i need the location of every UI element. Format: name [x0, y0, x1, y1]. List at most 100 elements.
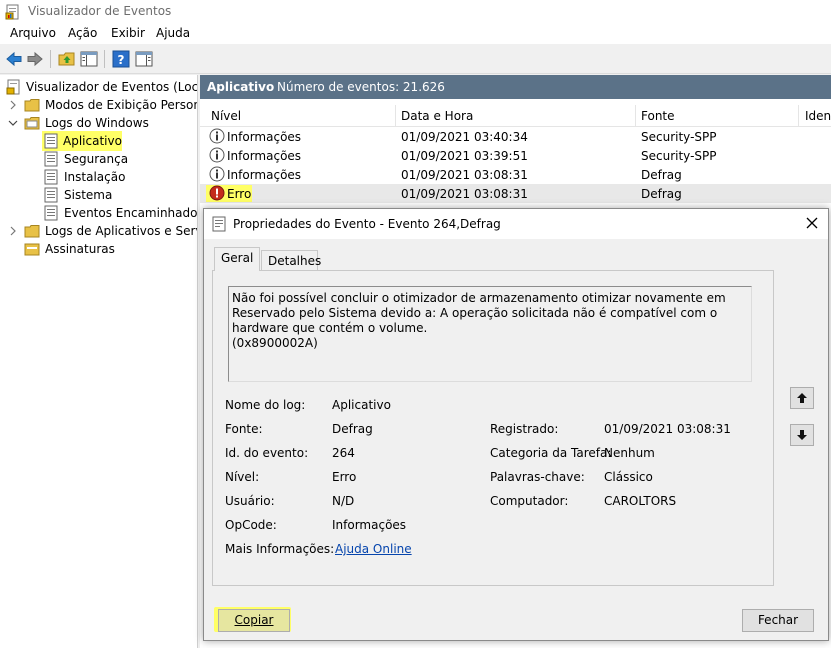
tree-item-forwarded-events[interactable]: Eventos Encaminhados [43, 204, 198, 222]
folder-icon [24, 99, 40, 112]
chevron-down-icon[interactable] [8, 118, 18, 128]
event-datetime: 01/09/2021 03:08:31 [401, 168, 528, 182]
log-icon [44, 151, 58, 167]
event-level: Informações [227, 168, 302, 182]
copy-button[interactable]: Copiar [218, 609, 290, 632]
registered-label: Registrado: [490, 422, 559, 436]
opcode-label: OpCode: [225, 518, 277, 532]
event-source: Security-SPP [641, 130, 717, 144]
online-help-link[interactable]: Ajuda Online [335, 542, 412, 556]
column-event-id[interactable]: Ident [805, 109, 831, 123]
column-header: Nível Data e Hora Fonte Ident [200, 105, 831, 127]
column-divider[interactable] [395, 105, 396, 127]
tree-item-label: Modos de Exibição Personalizados [45, 98, 197, 112]
event-datetime: 01/09/2021 03:39:51 [401, 149, 528, 163]
log-header: Aplicativo Número de eventos: 21.626 [200, 75, 831, 99]
tree-item-system[interactable]: Sistema [43, 186, 193, 204]
event-row[interactable]: Informações 01/09/2021 03:39:51 Security… [200, 146, 831, 165]
tree-item-security[interactable]: Segurança [43, 150, 193, 168]
event-datetime: 01/09/2021 03:08:31 [401, 187, 528, 201]
tab-general[interactable]: Geral [214, 247, 260, 271]
tree-item-subscriptions[interactable]: Assinaturas [6, 240, 197, 258]
folder-open-icon [24, 117, 40, 130]
tab-details[interactable]: Detalhes [261, 250, 322, 272]
event-source: Defrag [641, 168, 682, 182]
log-icon [44, 205, 58, 221]
info-icon [209, 166, 225, 182]
tree-item-label: Logs do Windows [45, 116, 149, 130]
tree-item-label: Segurança [64, 152, 129, 166]
menu-acao[interactable]: Ação [68, 26, 97, 40]
tree-item-apps-services-logs[interactable]: Logs de Aplicativos e Serviços [6, 222, 197, 240]
chevron-right-icon[interactable] [8, 226, 18, 236]
show-hide-action-pane-icon[interactable] [135, 50, 153, 68]
column-divider[interactable] [635, 105, 636, 127]
tree-item-application[interactable]: Aplicativo [42, 131, 122, 151]
tree-item-label: Eventos Encaminhados [64, 206, 198, 220]
tree-item-root[interactable]: Visualizador de Eventos (Local) [6, 78, 198, 96]
event-row[interactable]: Informações 01/09/2021 03:08:31 Defrag [200, 165, 831, 184]
tree-item-label: Assinaturas [45, 242, 115, 256]
column-divider[interactable] [798, 105, 799, 127]
previous-event-button[interactable] [790, 387, 814, 409]
event-description[interactable]: Não foi possível concluir o otimizador d… [228, 286, 752, 382]
column-level[interactable]: Nível [211, 109, 241, 123]
arrow-down-icon [797, 430, 807, 440]
window-title: Visualizador de Eventos [28, 4, 172, 18]
close-button[interactable]: Fechar [742, 609, 814, 632]
tab-label: Detalhes [268, 254, 322, 268]
event-properties-icon [212, 216, 226, 232]
menu-ajuda[interactable]: Ajuda [156, 26, 190, 40]
event-id-label: Id. do evento: [225, 446, 309, 460]
level-label: Nível: [225, 470, 260, 484]
registered-value: 01/09/2021 03:08:31 [604, 422, 731, 436]
log-name-label: Nome do log: [225, 398, 306, 412]
toolbar-separator [104, 50, 105, 68]
event-level: Informações [227, 149, 302, 163]
level-value: Erro [332, 470, 357, 484]
forward-icon[interactable] [26, 50, 44, 68]
chevron-right-icon[interactable] [8, 100, 18, 110]
dialog-title-bar: Propriedades do Evento - Evento 264,Defr… [204, 209, 828, 239]
event-viewer-icon [5, 4, 19, 20]
opcode-value: Informações [332, 518, 407, 532]
event-level: Erro [227, 187, 252, 201]
event-row[interactable]: Informações 01/09/2021 03:40:34 Security… [200, 127, 831, 146]
user-label: Usuário: [225, 494, 275, 508]
event-description-text: Não foi possível concluir o otimizador d… [232, 291, 726, 350]
menu-exibir[interactable]: Exibir [111, 26, 145, 40]
toolbar: ? [0, 44, 831, 74]
tree-item-windows-logs[interactable]: Logs do Windows [6, 114, 197, 132]
event-properties-dialog: Propriedades do Evento - Evento 264,Defr… [203, 208, 829, 641]
event-row-selected[interactable]: Erro 01/09/2021 03:08:31 Defrag [200, 184, 831, 203]
tree-item-custom-views[interactable]: Modos de Exibição Personalizados [6, 96, 197, 114]
navigation-tree: Visualizador de Eventos (Local) Modos de… [0, 75, 198, 648]
up-folder-icon[interactable] [58, 50, 76, 68]
tree-item-label: Visualizador de Eventos (Local) [26, 80, 198, 94]
event-source: Security-SPP [641, 149, 717, 163]
event-count: Número de eventos: 21.626 [277, 80, 445, 94]
event-source: Defrag [641, 187, 682, 201]
show-hide-tree-icon[interactable] [80, 50, 98, 68]
toolbar-separator [50, 50, 51, 68]
task-category-value: Nenhum [604, 446, 655, 460]
source-label: Fonte: [225, 422, 263, 436]
back-icon[interactable] [5, 50, 23, 68]
tree-item-label: Instalação [64, 170, 126, 184]
event-datetime: 01/09/2021 03:40:34 [401, 130, 528, 144]
next-event-button[interactable] [790, 424, 814, 446]
close-icon[interactable] [804, 215, 820, 231]
keywords-value: Clássico [604, 470, 653, 484]
menu-arquivo[interactable]: Arquivo [10, 26, 56, 40]
event-level: Informações [227, 130, 302, 144]
subscriptions-icon [24, 243, 40, 256]
help-icon[interactable]: ? [112, 50, 130, 68]
tree-item-setup[interactable]: Instalação [43, 168, 193, 186]
tree-item-label: Aplicativo [63, 134, 122, 148]
column-source[interactable]: Fonte [641, 109, 675, 123]
dialog-title: Propriedades do Evento - Evento 264,Defr… [233, 217, 501, 231]
column-datetime[interactable]: Data e Hora [401, 109, 473, 123]
computer-value: CAROLTORS [604, 494, 677, 508]
event-viewer-icon [6, 79, 20, 95]
computer-label: Computador: [490, 494, 569, 508]
